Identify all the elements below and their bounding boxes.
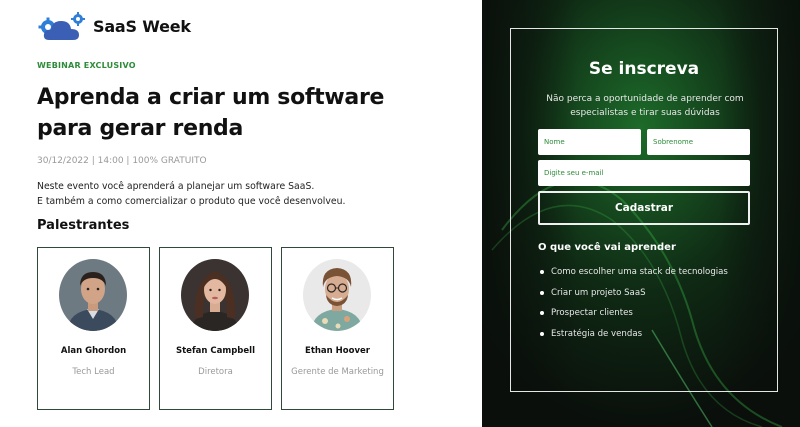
event-description: Neste evento você aprenderá a planejar u…: [37, 179, 345, 209]
list-item: Prospectar clientes: [538, 306, 728, 327]
brand-name: SaaS Week: [93, 16, 191, 36]
learn-list: Como escolher uma stack de tecnologias C…: [538, 265, 728, 347]
event-meta: 30/12/2022 | 14:00 | 100% GRATUITO: [37, 156, 207, 166]
speaker-photo: [59, 259, 127, 331]
learn-heading: O que você vai aprender: [538, 242, 676, 253]
first-name-input[interactable]: [538, 129, 641, 155]
list-item: Como escolher uma stack de tecnologias: [538, 265, 728, 286]
speaker-role: Diretora: [198, 367, 233, 377]
webinar-badge: WEBINAR EXCLUSIVO: [37, 61, 136, 70]
speakers-list: Alan Ghordon Tech Lead Stefan Campbell D…: [37, 247, 394, 410]
list-item: Estratégia de vendas: [538, 327, 728, 348]
brand[interactable]: SaaS Week: [37, 10, 191, 42]
speaker-photo: [303, 259, 371, 331]
speaker-card: Stefan Campbell Diretora: [159, 247, 272, 410]
description-line: Neste evento você aprenderá a planejar u…: [37, 181, 315, 192]
speaker-role: Tech Lead: [72, 367, 115, 377]
signup-panel: Se inscreva Não perca a oportunidade de …: [482, 0, 800, 427]
speaker-photo: [181, 259, 249, 331]
speaker-name: Alan Ghordon: [60, 346, 127, 356]
list-item: Criar um projeto SaaS: [538, 286, 728, 307]
speaker-role: Gerente de Marketing: [291, 367, 384, 377]
last-name-input[interactable]: [647, 129, 750, 155]
speaker-name: Stefan Campbell: [176, 346, 255, 356]
speaker-name: Ethan Hoover: [305, 346, 370, 356]
speaker-card: Alan Ghordon Tech Lead: [37, 247, 150, 410]
landing-content: SaaS Week WEBINAR EXCLUSIVO Aprenda a cr…: [0, 0, 482, 427]
email-input[interactable]: [538, 160, 750, 186]
register-button[interactable]: Cadastrar: [538, 191, 750, 225]
speakers-heading: Palestrantes: [37, 218, 130, 233]
cloud-gear-icon: [38, 12, 85, 40]
description-line: E também a como comercializar o produto …: [37, 196, 346, 207]
form-title: Se inscreva: [588, 59, 700, 79]
signup-form: Se inscreva Não perca a oportunidade de …: [510, 28, 778, 392]
speaker-card: Ethan Hoover Gerente de Marketing: [281, 247, 394, 410]
page-title: Aprenda a criar um software para gerar r…: [37, 85, 385, 141]
form-subtitle: Não perca a oportunidade de aprender com…: [546, 94, 744, 118]
